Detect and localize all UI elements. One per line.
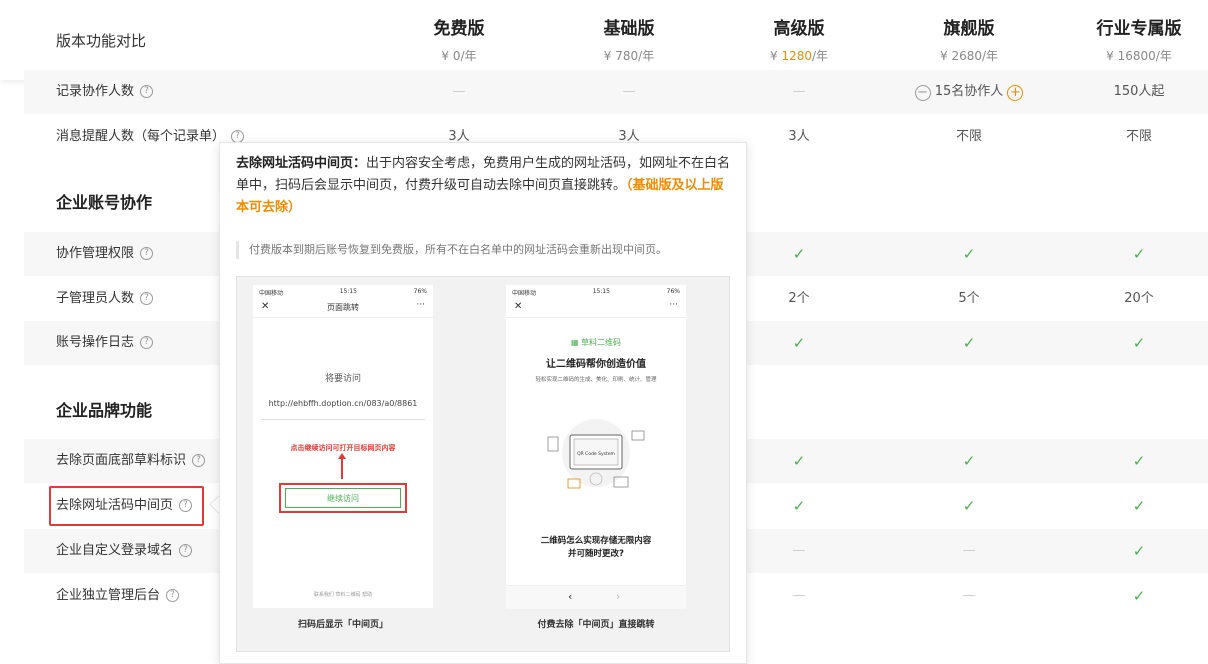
collaborator-stepper: − 15名协作人 + [884,70,1054,114]
collaborator-count: 15名协作人 [934,84,1004,99]
phone-status-bar: 中国移动 15:15 76% [259,288,427,297]
promo-subline: 轻松实现二维码的生成、美化、印刷、统计、管理 [535,377,657,383]
phone-footer: 联系我们 草料二维码 帮助 [313,592,373,598]
table-cell: 不限 [1125,129,1152,144]
divider [261,419,425,420]
table-cell: — [962,588,976,603]
feature-label: 记录协作人数? [56,70,154,114]
check-icon: ✓ [1132,542,1146,560]
feature-label: 子管理员人数? [56,277,154,321]
plan-price: ¥ 2680/年 [939,49,999,63]
more-icon: ··· [416,300,425,310]
qr-system-illustration: QR Code System [547,419,645,489]
check-icon: ✓ [962,452,976,470]
help-icon[interactable]: ? [140,85,154,98]
table-cell: — [452,84,466,99]
plan-name: 免费版 [433,19,485,39]
help-icon[interactable]: ? [192,454,206,467]
feature-label: 账号操作日志? [56,321,154,365]
comparison-title: 版本功能对比 [56,32,147,50]
tooltip-text: 去除网址活码中间页：出于内容安全考虑，免费用户生成的网址活码，如网址不在白名单中… [236,156,731,215]
arrow-line [341,457,343,479]
illustration-caption: 付费去除「中间页」直接跳转 [537,620,655,630]
phone-status-bar: 中国移动 15:15 76% [512,288,680,297]
help-icon[interactable]: ? [166,589,180,602]
plan-advanced: 高级版 ¥ 1280/年 [714,14,884,64]
continue-button: 继续访问 [285,488,401,508]
plan-price: ¥ 1280/年 [769,49,829,63]
phone-bottom-bar: ‹ › [506,585,686,609]
promo-headline: 让二维码帮你创造价值 [546,359,646,370]
plan-price: ¥ 780/年 [603,49,655,63]
visit-heading: 将要访问 [324,374,361,384]
plan-basic: 基础版 ¥ 780/年 [544,14,714,64]
table-cell: 20个 [1124,291,1154,306]
feature-label: 消息提醒人数（每个记录单）? [56,115,245,159]
check-icon: ✓ [1132,587,1146,605]
back-icon: ‹ [568,590,573,603]
plan-price: ¥ 0/年 [441,49,477,63]
feature-label: 去除页面底部草料标识? [56,439,206,483]
plan-name: 旗舰版 [943,19,995,39]
table-cell: 5个 [958,291,980,306]
illustration-caption: 扫码后显示「中间页」 [297,620,388,630]
phone-nav-bar: ✕ ··· [506,299,686,318]
phone-mockup-intermediate: 中国移动 15:15 76% ✕ 页面跳转 ··· 将要访问 http://eh… [253,285,433,608]
plan-price: ¥ 16800/年 [1106,49,1172,63]
promo-question: 二维码怎么实现存储无限内容 并可随时更改? [540,536,652,559]
plan-name: 高级版 [773,19,825,39]
table-cell: — [622,84,636,99]
help-icon[interactable]: ? [179,544,193,557]
phone-mockup-direct: 中国移动 15:15 76% ✕ ··· ▦ 草料二维码 让二维码帮你创造价值 … [506,285,686,609]
plan-flagship: 旗舰版 ¥ 2680/年 [884,14,1054,64]
check-icon: ✓ [1132,497,1146,515]
check-icon: ✓ [962,497,976,515]
table-cell: 不限 [955,129,982,144]
minus-icon[interactable]: − [914,85,931,101]
feature-label: 企业独立管理后台? [56,574,180,618]
help-icon[interactable]: ? [140,336,154,349]
check-icon: ✓ [1132,452,1146,470]
feature-label: 协作管理权限? [56,232,154,276]
table-cell: — [792,84,806,99]
illus-label: QR Code System [577,451,615,457]
plan-name: 基础版 [603,19,655,39]
feature-label: 企业自定义登录域名? [56,529,193,573]
tooltip-note: 付费版本到期后账号恢复到免费版，所有不在白名单中的网址活码会重新出现中间页。 [236,241,732,259]
plan-industry: 行业专属版 ¥ 16800/年 [1054,14,1208,64]
check-icon: ✓ [1132,334,1146,352]
table-cell: — [962,543,976,558]
target-url: http://ehbffh.doption.cn/083/a0/8861 [268,399,418,408]
forward-icon: › [616,590,621,603]
red-tip: 点击继续访问可打开目标网页内容 [290,444,396,452]
phone-nav-bar: ✕ 页面跳转 ··· [253,299,433,318]
plan-free: 免费版 ¥ 0/年 [374,14,544,64]
comparison-illustration: 中国移动 15:15 76% ✕ 页面跳转 ··· 将要访问 http://eh… [236,276,730,652]
check-icon: ✓ [962,245,976,263]
section-title: 企业账号协作 [56,193,153,212]
brand-logo: ▦ 草料二维码 [570,338,622,347]
check-icon: ✓ [962,334,976,352]
check-icon: ✓ [1132,245,1146,263]
table-row: 记录协作人数? — — — − 15名协作人 + 150人起 [24,70,1208,114]
close-icon: ✕ [514,301,523,312]
plan-name: 行业专属版 [1096,19,1182,39]
plan-header: 版本功能对比 免费版 ¥ 0/年 基础版 ¥ 780/年 高级版 ¥ 1280/… [0,0,1208,80]
plus-icon[interactable]: + [1007,85,1024,101]
feature-tooltip: 去除网址活码中间页：出于内容安全考虑，免费用户生成的网址活码，如网址不在白名单中… [219,142,747,664]
help-icon[interactable]: ? [140,292,154,305]
section-title: 企业品牌功能 [56,401,153,420]
more-icon: ··· [669,300,678,310]
highlight-frame [49,486,204,526]
help-icon[interactable]: ? [140,247,154,260]
phone-nav-title: 页面跳转 [327,303,359,312]
table-cell: 150人起 [1113,84,1165,99]
